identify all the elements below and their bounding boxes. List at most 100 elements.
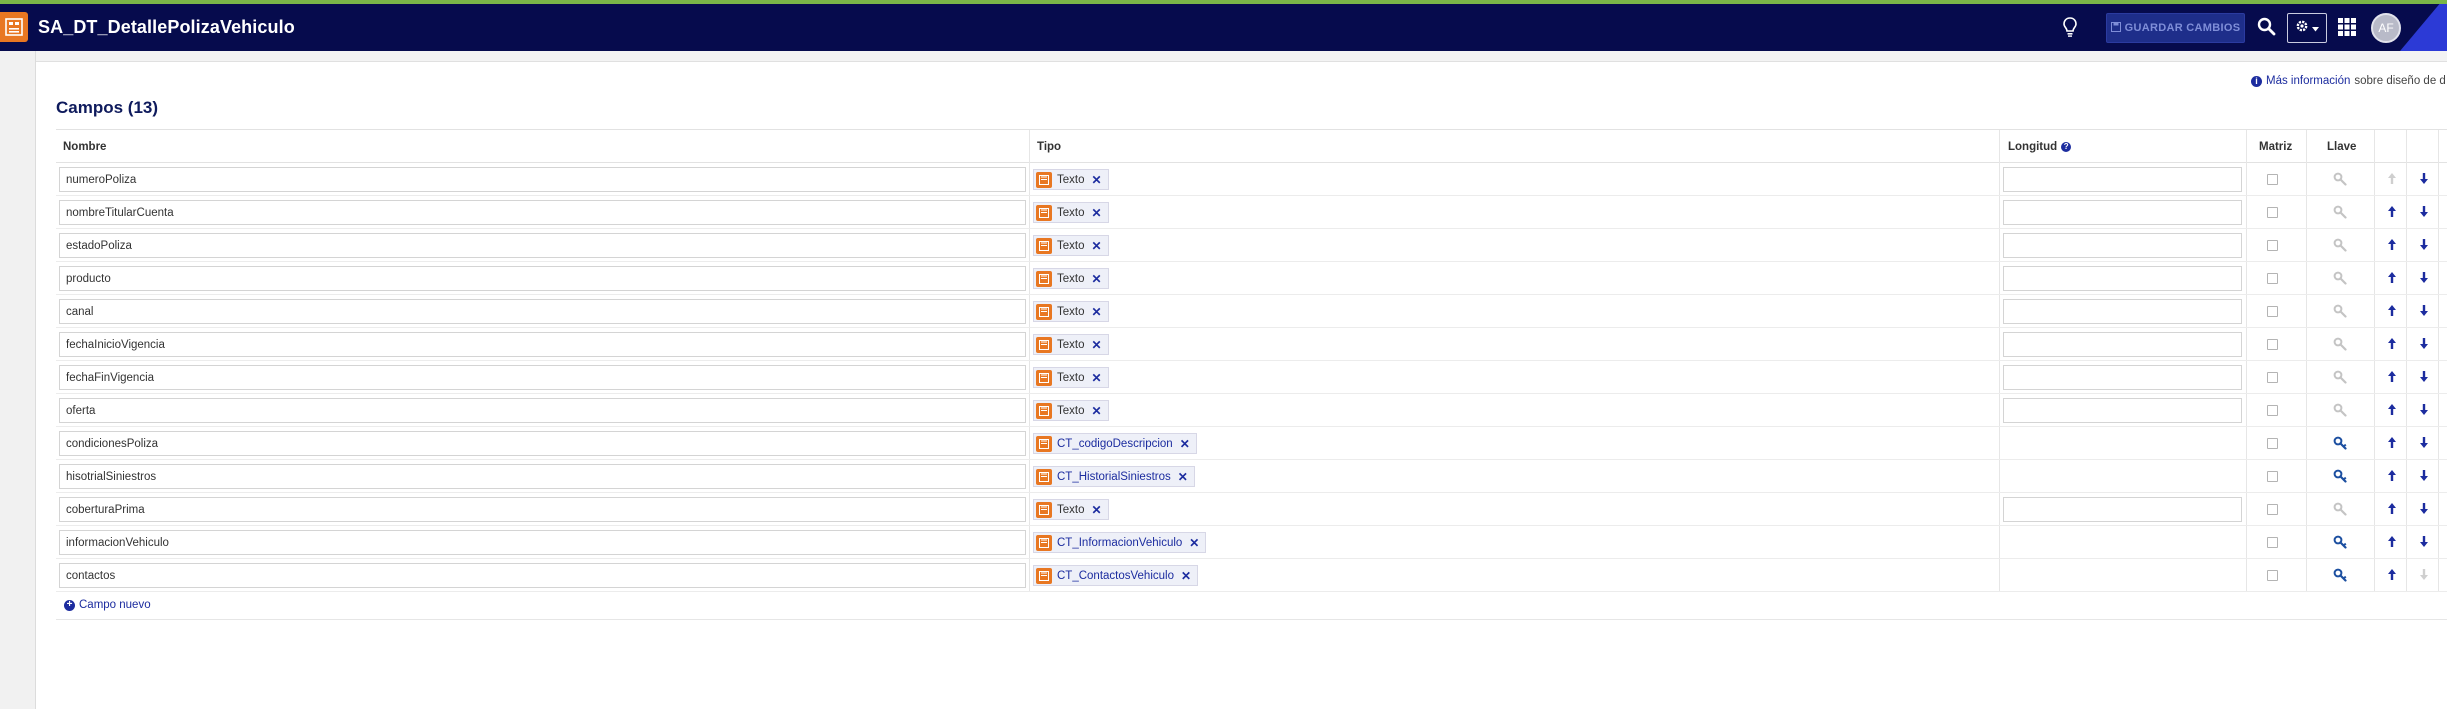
move-up-icon[interactable] <box>2387 535 2397 553</box>
remove-type-icon[interactable]: ✕ <box>1180 437 1190 451</box>
array-checkbox[interactable] <box>2267 207 2278 218</box>
move-down-icon[interactable] <box>2419 535 2429 553</box>
field-name-input[interactable]: producto <box>59 266 1026 291</box>
key-icon[interactable] <box>2333 568 2347 587</box>
array-checkbox[interactable] <box>2267 372 2278 383</box>
array-checkbox[interactable] <box>2267 273 2278 284</box>
field-name-input[interactable]: contactos <box>59 563 1026 588</box>
field-name-input[interactable]: fechaInicioVigencia <box>59 332 1026 357</box>
field-name-input[interactable]: numeroPoliza <box>59 167 1026 192</box>
move-down-icon[interactable] <box>2419 403 2429 421</box>
length-input[interactable] <box>2003 266 2242 291</box>
key-icon[interactable] <box>2333 469 2347 488</box>
length-input[interactable] <box>2003 365 2242 390</box>
move-down-icon[interactable] <box>2419 469 2429 487</box>
remove-type-icon[interactable]: ✕ <box>1178 470 1188 484</box>
field-type-label[interactable]: CT_ContactosVehiculo <box>1057 570 1174 582</box>
remove-type-icon[interactable]: ✕ <box>1092 371 1102 385</box>
move-up-icon[interactable] <box>2387 337 2397 355</box>
remove-type-icon[interactable]: ✕ <box>1092 272 1102 286</box>
key-icon[interactable] <box>2333 535 2347 554</box>
length-input[interactable] <box>2003 167 2242 192</box>
field-type-tag[interactable]: CT_InformacionVehiculo ✕ <box>1033 532 1207 553</box>
length-input[interactable] <box>2003 200 2242 225</box>
move-down-icon[interactable] <box>2419 502 2429 520</box>
field-type-tag[interactable]: Texto ✕ <box>1033 169 1109 190</box>
key-icon[interactable] <box>2333 436 2347 455</box>
field-type-tag[interactable]: Texto ✕ <box>1033 499 1109 520</box>
array-checkbox[interactable] <box>2267 240 2278 251</box>
move-up-icon[interactable] <box>2387 271 2397 289</box>
remove-type-icon[interactable]: ✕ <box>1189 536 1199 550</box>
field-name-input[interactable]: condicionesPoliza <box>59 431 1026 456</box>
move-down-icon[interactable] <box>2419 238 2429 256</box>
move-up-icon[interactable] <box>2387 436 2397 454</box>
field-name-input[interactable]: nombreTitularCuenta <box>59 200 1026 225</box>
array-checkbox[interactable] <box>2267 174 2278 185</box>
length-input[interactable] <box>2003 332 2242 357</box>
move-up-icon[interactable] <box>2387 403 2397 421</box>
help-icon[interactable]: ? <box>2061 141 2072 152</box>
array-checkbox[interactable] <box>2267 570 2278 581</box>
move-up-icon[interactable] <box>2387 370 2397 388</box>
field-type-label[interactable]: CT_HistorialSiniestros <box>1057 471 1171 483</box>
move-up-icon[interactable] <box>2387 469 2397 487</box>
move-up-icon[interactable] <box>2387 304 2397 322</box>
field-type-label[interactable]: CT_InformacionVehiculo <box>1057 537 1182 549</box>
length-input[interactable] <box>2003 398 2242 423</box>
array-checkbox[interactable] <box>2267 306 2278 317</box>
field-type-tag[interactable]: CT_codigoDescripcion ✕ <box>1033 433 1197 454</box>
new-field-button[interactable]: + Campo nuevo <box>64 599 151 611</box>
array-checkbox[interactable] <box>2267 537 2278 548</box>
move-down-icon[interactable] <box>2419 436 2429 454</box>
move-down-icon[interactable] <box>2419 271 2429 289</box>
field-type-tag[interactable]: Texto ✕ <box>1033 301 1109 322</box>
array-checkbox[interactable] <box>2267 405 2278 416</box>
field-name-input[interactable]: fechaFinVigencia <box>59 365 1026 390</box>
move-down-icon[interactable] <box>2419 304 2429 322</box>
move-up-icon[interactable] <box>2387 502 2397 520</box>
field-type-tag[interactable]: CT_ContactosVehiculo ✕ <box>1033 565 1199 586</box>
lightbulb-icon[interactable] <box>2063 17 2077 42</box>
avatar[interactable]: AF <box>2371 13 2401 43</box>
field-type-tag[interactable]: Texto ✕ <box>1033 268 1109 289</box>
array-checkbox[interactable] <box>2267 339 2278 350</box>
search-icon[interactable] <box>2257 17 2276 41</box>
field-type-tag[interactable]: Texto ✕ <box>1033 367 1109 388</box>
field-name-input[interactable]: informacionVehiculo <box>59 530 1026 555</box>
length-input[interactable] <box>2003 497 2242 522</box>
field-type-tag[interactable]: Texto ✕ <box>1033 334 1109 355</box>
remove-type-icon[interactable]: ✕ <box>1181 569 1191 583</box>
move-down-icon[interactable] <box>2419 172 2429 190</box>
remove-type-icon[interactable]: ✕ <box>1092 239 1102 253</box>
move-down-icon[interactable] <box>2419 337 2429 355</box>
remove-type-icon[interactable]: ✕ <box>1092 305 1102 319</box>
field-name-input[interactable]: hisotrialSiniestros <box>59 464 1026 489</box>
array-checkbox[interactable] <box>2267 504 2278 515</box>
save-changes-button[interactable]: GUARDAR CAMBIOS <box>2106 13 2245 43</box>
move-up-icon[interactable] <box>2387 238 2397 256</box>
field-name-input[interactable]: coberturaPrima <box>59 497 1026 522</box>
remove-type-icon[interactable]: ✕ <box>1092 503 1102 517</box>
move-down-icon[interactable] <box>2419 370 2429 388</box>
length-input[interactable] <box>2003 299 2242 324</box>
field-type-tag[interactable]: Texto ✕ <box>1033 235 1109 256</box>
field-name-input[interactable]: oferta <box>59 398 1026 423</box>
remove-type-icon[interactable]: ✕ <box>1092 338 1102 352</box>
field-type-label[interactable]: CT_codigoDescripcion <box>1057 438 1173 450</box>
field-name-input[interactable]: canal <box>59 299 1026 324</box>
array-checkbox[interactable] <box>2267 438 2278 449</box>
array-checkbox[interactable] <box>2267 471 2278 482</box>
field-type-tag[interactable]: Texto ✕ <box>1033 202 1109 223</box>
field-type-tag[interactable]: CT_HistorialSiniestros ✕ <box>1033 466 1195 487</box>
field-name-input[interactable]: estadoPoliza <box>59 233 1026 258</box>
move-up-icon[interactable] <box>2387 568 2397 586</box>
field-type-tag[interactable]: Texto ✕ <box>1033 400 1109 421</box>
length-input[interactable] <box>2003 233 2242 258</box>
move-down-icon[interactable] <box>2419 205 2429 223</box>
settings-menu-button[interactable] <box>2287 13 2327 43</box>
grid-icon[interactable] <box>2338 18 2356 41</box>
more-info-link[interactable]: Más información <box>2266 75 2350 87</box>
remove-type-icon[interactable]: ✕ <box>1092 173 1102 187</box>
remove-type-icon[interactable]: ✕ <box>1092 206 1102 220</box>
